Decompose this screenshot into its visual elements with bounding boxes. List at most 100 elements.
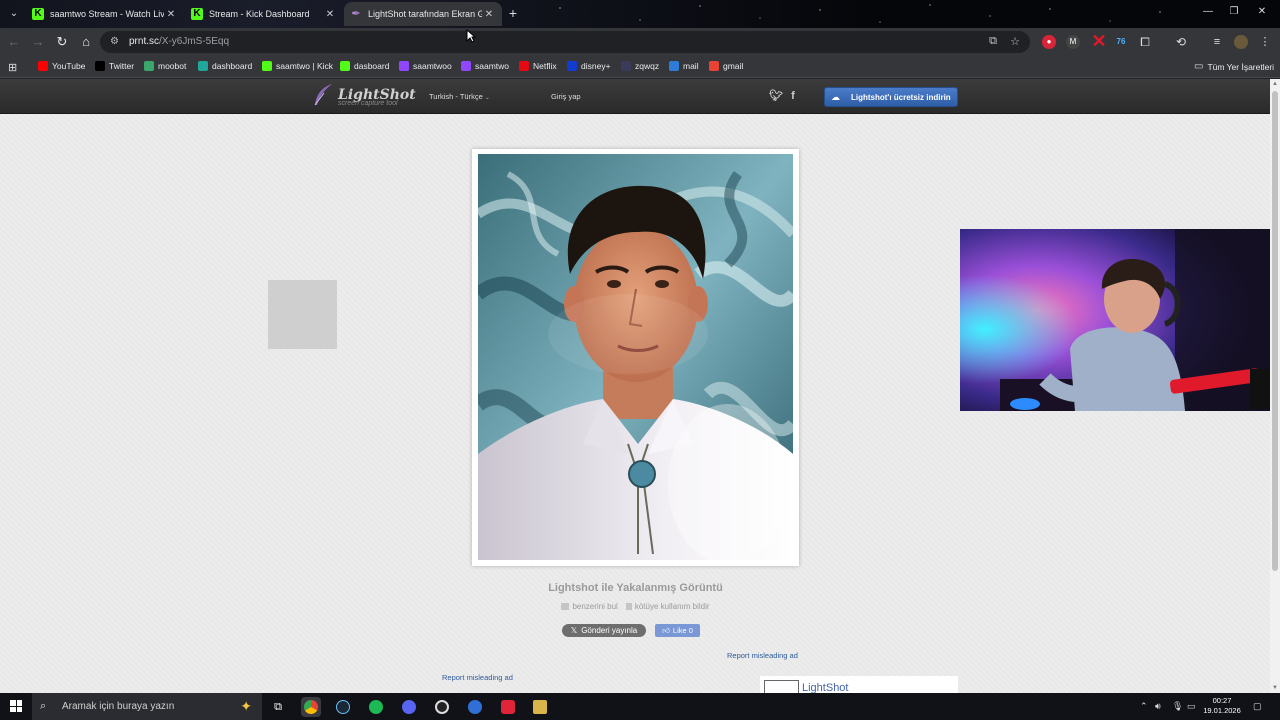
- caption-title: Lightshot ile Yakalanmış Görüntü: [548, 582, 723, 594]
- close-tab-icon[interactable]: ✕: [482, 9, 496, 20]
- close-window-icon[interactable]: ✕: [1254, 6, 1270, 17]
- network-icon[interactable]: ▭: [1187, 701, 1196, 712]
- obs-icon[interactable]: [432, 697, 452, 717]
- bookmarks-bar: ⊞ YouTube Twitter moobot dashboard saamtwo |…: [0, 56, 1280, 78]
- bookmark-item[interactable]: dasboard: [340, 61, 389, 71]
- download-button[interactable]: ☁ Lightshot'ı ücretsiz indirin: [824, 87, 958, 107]
- volume-icon[interactable]: 🔊︎: [1155, 701, 1161, 712]
- facebook-like-button[interactable]: 👍︎ Like 0: [655, 624, 700, 637]
- address-bar[interactable]: ⚙ prnt.sc/X-y6JmS-5Eqq ⧉ ☆: [100, 31, 1030, 53]
- report-abuse-link[interactable]: kötüye kullanım bildir: [625, 602, 710, 611]
- task-view-icon[interactable]: ⧉: [268, 697, 288, 717]
- lightshot-logo[interactable]: LightShot screen capture tool: [312, 83, 416, 107]
- lightshot-promo-banner[interactable]: LightShot: [760, 676, 958, 693]
- tab-saamtwo-stream[interactable]: K saamtwo Stream - Watch Live o ✕: [26, 2, 184, 26]
- bookmark-item[interactable]: disney+: [567, 61, 611, 71]
- restore-icon[interactable]: ❐: [1226, 6, 1242, 17]
- bookmark-label: dasboard: [354, 61, 390, 71]
- screenshot-image[interactable]: [472, 149, 799, 566]
- app-c-icon[interactable]: [465, 697, 485, 717]
- extension-x-logo-icon[interactable]: ✕: [1086, 32, 1112, 50]
- microphone-icon[interactable]: 🎙︎: [1172, 701, 1183, 712]
- lightshot-header: LightShot screen capture tool Turkish - …: [0, 79, 1270, 114]
- url-path: /X-y6JmS-5Eqq: [159, 36, 230, 47]
- scroll-up-icon[interactable]: ▲: [1270, 81, 1280, 87]
- steam-icon[interactable]: [333, 697, 353, 717]
- tab-lightshot[interactable]: ✒ LightShot tarafından Ekran Gö ✕: [344, 2, 502, 26]
- spotify-icon[interactable]: [366, 697, 386, 717]
- install-app-icon[interactable]: ⧉: [986, 35, 1000, 48]
- report-misleading-ad-link[interactable]: Report misleading ad: [727, 651, 798, 660]
- logo-tagline: screen capture tool: [338, 100, 398, 107]
- bookmark-item[interactable]: saamtwoo: [399, 61, 452, 71]
- thumbs-up-icon: 👍︎: [662, 625, 670, 635]
- apps-grid-icon[interactable]: ⊞: [8, 61, 17, 74]
- menu-kebab-icon[interactable]: ⋮: [1258, 35, 1272, 49]
- bookmark-label: disney+: [581, 61, 611, 71]
- twitter-bird-icon[interactable]: 🐦︎: [769, 89, 783, 103]
- home-icon[interactable]: ⌂: [78, 34, 94, 50]
- close-tab-icon[interactable]: ✕: [323, 9, 337, 20]
- media-control-icon[interactable]: ≡: [1210, 35, 1224, 49]
- chrome-icon[interactable]: [301, 697, 321, 717]
- bookmark-item[interactable]: saamtwo: [461, 61, 509, 71]
- history-icon[interactable]: ⟲: [1174, 35, 1188, 49]
- login-link[interactable]: Giriş yap: [551, 92, 581, 101]
- language-select[interactable]: Turkish - Türkçe ⌄: [429, 92, 490, 101]
- find-similar-link[interactable]: benzerini bul: [561, 602, 618, 611]
- site-info-icon[interactable]: ⚙: [110, 36, 122, 48]
- profile-avatar[interactable]: [1234, 35, 1248, 49]
- tab-search-chevron-icon[interactable]: ⌄: [6, 6, 22, 22]
- scrollbar-thumb[interactable]: [1272, 91, 1278, 571]
- copilot-sparkle-icon[interactable]: ✦: [240, 698, 252, 715]
- tab-title: Stream - Kick Dashboard: [209, 9, 310, 19]
- all-bookmarks-folder[interactable]: ▭ Tüm Yer İşaretleri: [1194, 61, 1274, 72]
- webcam-overlay: [960, 229, 1270, 411]
- bookmark-item[interactable]: Twitter: [95, 61, 134, 71]
- tray-chevron-up-icon[interactable]: ⌃: [1140, 701, 1148, 712]
- facebook-icon[interactable]: f: [786, 89, 800, 103]
- minimize-icon[interactable]: —: [1200, 6, 1216, 17]
- bookmark-label: zqwqz: [635, 61, 660, 71]
- bookmark-label: Netflix: [533, 61, 557, 71]
- taskbar-search[interactable]: ⌕ Aramak için buraya yazın ✦: [32, 693, 262, 720]
- extension-m-icon[interactable]: M: [1066, 35, 1080, 49]
- taskbar-clock[interactable]: 00:27 19.01.2026: [1200, 696, 1244, 716]
- bookmark-item[interactable]: dashboard: [198, 61, 252, 71]
- kick-icon: [340, 61, 350, 71]
- youtube-icon: [38, 61, 48, 71]
- scroll-down-icon[interactable]: ▼: [1270, 685, 1280, 691]
- reload-icon[interactable]: ↻: [54, 34, 70, 50]
- bookmark-item[interactable]: YouTube: [38, 61, 85, 71]
- app-red-icon[interactable]: [498, 697, 518, 717]
- windows-start-icon[interactable]: [10, 700, 22, 712]
- bookmark-star-icon[interactable]: ☆: [1008, 35, 1022, 48]
- extensions-puzzle-icon[interactable]: ⧠: [1138, 35, 1152, 49]
- tab-kick-dashboard[interactable]: K Stream - Kick Dashboard ✕: [185, 2, 343, 26]
- like-label: Like 0: [672, 626, 693, 635]
- close-tab-icon[interactable]: ✕: [164, 9, 178, 20]
- url-text[interactable]: prnt.sc/X-y6JmS-5Eqq: [129, 36, 229, 47]
- bookmark-item[interactable]: saamtwo | Kick: [262, 61, 333, 71]
- new-tab-button[interactable]: +: [504, 4, 522, 22]
- clock-time: 00:27: [1212, 696, 1232, 705]
- bookmark-item[interactable]: zqwqz: [621, 61, 659, 71]
- discord-icon[interactable]: [399, 697, 419, 717]
- bookmark-item[interactable]: moobot: [144, 61, 186, 71]
- download-label: Lightshot'ı ücretsiz indirin: [851, 92, 951, 102]
- x-share-button[interactable]: 𝕏 Gönderi yayınla: [562, 624, 646, 637]
- bookmark-item[interactable]: Netflix: [519, 61, 557, 71]
- bookmark-label: YouTube: [52, 61, 86, 71]
- portrait-illustration: [478, 154, 793, 560]
- bookmark-item[interactable]: mail: [669, 61, 699, 71]
- extension-badge[interactable]: 76: [1114, 35, 1128, 49]
- report-misleading-ad-link[interactable]: Report misleading ad: [442, 673, 513, 682]
- app-yellow-icon[interactable]: [530, 697, 550, 717]
- notifications-icon[interactable]: ▢: [1253, 701, 1262, 712]
- page-scrollbar[interactable]: ▲ ▼: [1270, 79, 1280, 693]
- forward-arrow-icon[interactable]: →: [30, 34, 46, 50]
- extension-red-icon[interactable]: ●: [1042, 35, 1056, 49]
- back-arrow-icon[interactable]: ←: [6, 34, 22, 50]
- caption-actions: benzerini bul kötüye kullanım bildir: [472, 602, 799, 611]
- bookmark-item[interactable]: gmail: [709, 61, 743, 71]
